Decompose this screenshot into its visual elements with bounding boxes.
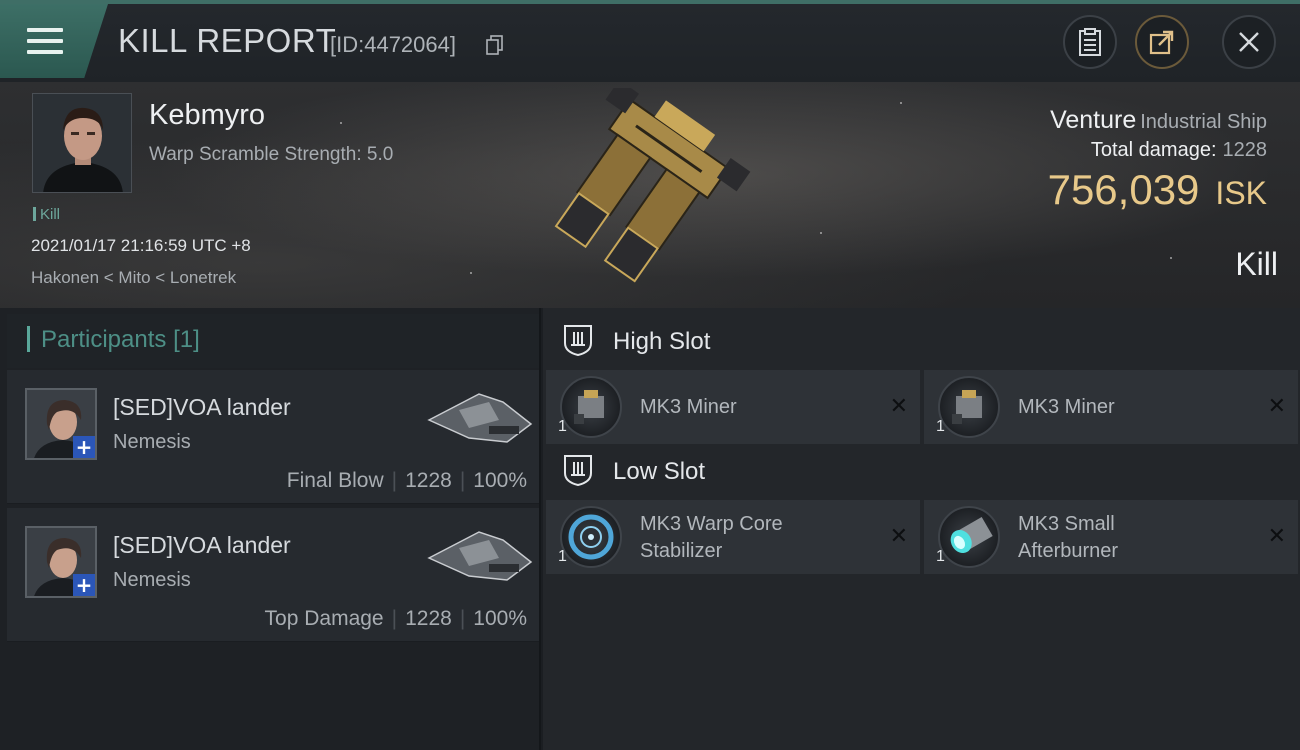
report-id: [ID:4472064] <box>330 32 456 57</box>
share-icon <box>1149 30 1174 55</box>
module-slot[interactable]: 1 MK3 Small Afterburner ✕ <box>924 500 1298 574</box>
participant-name[interactable]: [SED]VOA lander <box>113 532 291 559</box>
warp-core-stabilizer-icon <box>560 506 622 568</box>
module-slot[interactable]: 1 MK3 Warp Core Stabilizer ✕ <box>546 500 920 574</box>
participants-label: Participants <box>41 326 167 353</box>
module-slot[interactable]: 1 MK3 Miner ✕ <box>924 370 1298 444</box>
module-quantity: 1 <box>558 418 567 435</box>
miner-icon <box>938 376 1000 438</box>
participant-role: Top Damage <box>264 607 384 630</box>
warp-scramble-strength: Warp Scramble Strength: 5.0 <box>149 144 394 165</box>
module-name: MK3 Small Afterburner <box>1018 511 1118 565</box>
kill-result: Kill <box>1235 246 1278 282</box>
participant-ship-icon <box>427 531 533 581</box>
ship-summary: Venture Industrial Ship Total damage: 1228… <box>1048 106 1267 214</box>
participant-damage: 1228 <box>405 607 452 630</box>
participant-damage: 1228 <box>405 469 452 492</box>
x-icon[interactable]: ✕ <box>1268 394 1286 419</box>
x-icon[interactable]: ✕ <box>1268 524 1286 549</box>
plus-icon: + <box>73 574 95 596</box>
module-name: MK3 Miner <box>640 396 737 418</box>
participants-title: Participants [1] <box>41 326 200 354</box>
total-damage-label: Total damage: <box>1090 139 1217 161</box>
participant-percent: 100% <box>473 469 527 492</box>
kill-datetime: 2021/01/17 21:16:59 UTC +8 <box>31 236 251 255</box>
clipboard-button[interactable] <box>1063 15 1117 69</box>
module-name-line2: Stabilizer <box>640 540 723 562</box>
x-icon[interactable]: ✕ <box>890 524 908 549</box>
victim-avatar[interactable] <box>32 93 132 193</box>
participant-ship: Nemesis <box>113 569 191 591</box>
total-damage-value: 1228 <box>1222 139 1268 161</box>
module-name-line1: MK3 Small <box>1018 513 1115 535</box>
participant-row[interactable]: + [SED]VOA lander Nemesis Final Blow | 122… <box>7 370 539 504</box>
module-quantity: 1 <box>936 418 945 435</box>
victim-name[interactable]: Kebmyro <box>149 99 265 132</box>
kill-location[interactable]: Hakonen < Mito < Lonetrek <box>31 268 236 288</box>
module-name: MK3 Warp Core Stabilizer <box>640 511 783 565</box>
participants-count: [1] <box>173 326 200 353</box>
miner-icon <box>560 376 622 438</box>
module-quantity: 1 <box>936 548 945 565</box>
kill-tag: Kill <box>33 206 60 223</box>
close-icon <box>1239 32 1259 52</box>
participant-ship-icon <box>427 393 533 443</box>
x-icon[interactable]: ✕ <box>890 394 908 419</box>
copy-icon[interactable] <box>486 35 504 55</box>
low-slot-label: Low Slot <box>613 458 706 485</box>
hamburger-menu-icon[interactable] <box>27 28 63 58</box>
participant-row[interactable]: + [SED]VOA lander Nemesis Top Damage | 122… <box>7 508 539 642</box>
participant-role: Final Blow <box>286 469 384 492</box>
plus-icon: + <box>73 436 95 458</box>
high-slot-header: High Slot <box>545 310 1300 372</box>
shield-slot-icon <box>564 325 592 357</box>
participant-ship: Nemesis <box>113 431 191 453</box>
module-slot[interactable]: 1 MK3 Miner ✕ <box>546 370 920 444</box>
participant-avatar[interactable]: + <box>25 526 97 598</box>
isk-unit: ISK <box>1215 175 1267 211</box>
afterburner-icon <box>938 506 1000 568</box>
pilot-portrait-image <box>33 94 131 192</box>
isk-value: 756,039 <box>1047 166 1200 213</box>
module-quantity: 1 <box>558 548 567 565</box>
low-slot-header: Low Slot <box>545 440 1300 502</box>
page-title: KILL REPORT <box>118 22 337 59</box>
share-button[interactable] <box>1135 15 1189 69</box>
module-name-line1: MK3 Warp Core <box>640 513 783 535</box>
shield-slot-icon <box>564 455 592 487</box>
close-button[interactable] <box>1222 15 1276 69</box>
participant-name[interactable]: [SED]VOA lander <box>113 394 291 421</box>
module-name: MK3 Miner <box>1018 396 1115 418</box>
module-name-line2: Afterburner <box>1018 540 1119 562</box>
clipboard-icon <box>1079 28 1101 56</box>
participant-avatar[interactable]: + <box>25 388 97 460</box>
victim-ship-image <box>554 88 751 283</box>
participant-stats: Top Damage | 1228 | 100% <box>264 607 527 630</box>
participant-percent: 100% <box>473 607 527 630</box>
ship-name[interactable]: Venture <box>1050 106 1136 134</box>
ship-class: Industrial Ship <box>1140 111 1267 133</box>
high-slot-label: High Slot <box>613 328 711 355</box>
participant-stats: Final Blow | 1228 | 100% <box>286 469 527 492</box>
